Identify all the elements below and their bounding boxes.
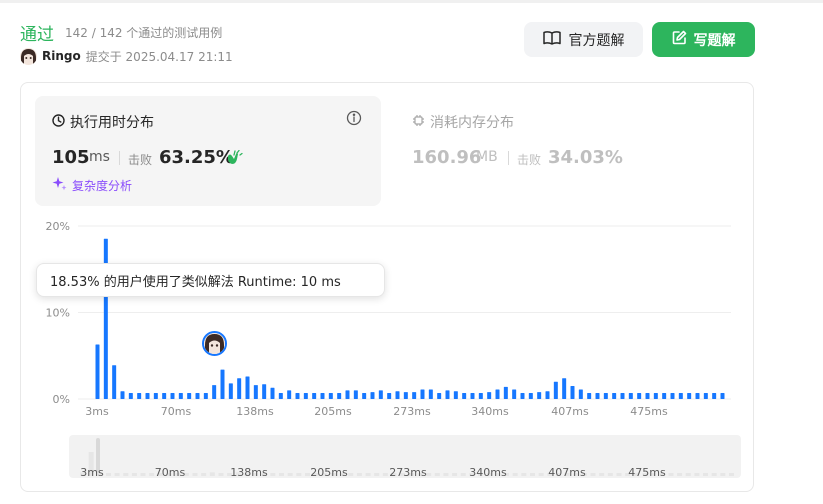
histogram-bar	[570, 386, 575, 399]
histogram-bar	[495, 389, 500, 399]
x-tick-label: 407ms	[551, 405, 589, 418]
histogram-bar	[528, 392, 533, 399]
histogram-bar	[312, 392, 317, 399]
histogram-bar	[562, 378, 567, 399]
histogram-bar	[537, 392, 542, 399]
histogram-bar	[520, 392, 525, 399]
histogram-bar	[212, 385, 217, 399]
histogram-bar	[437, 392, 442, 399]
histogram-bar	[353, 390, 358, 399]
histogram-bar	[478, 392, 483, 399]
histogram-bar	[320, 392, 325, 399]
histogram-bar	[120, 391, 125, 399]
range-slider-handle[interactable]	[96, 438, 100, 476]
histogram-bar	[203, 392, 208, 399]
x-tick-label: 3ms	[85, 405, 109, 418]
histogram-bar	[420, 389, 425, 399]
histogram-bar	[395, 391, 400, 399]
histogram-bar	[503, 386, 508, 399]
histogram-bar	[612, 392, 617, 399]
histogram-bar	[695, 392, 700, 399]
x-tick-label: 475ms	[630, 405, 668, 418]
histogram-bar	[362, 392, 367, 399]
histogram-bar	[137, 392, 142, 399]
chart-tooltip: 18.53% 的用户使用了类似解法 Runtime: 10 ms	[36, 263, 385, 297]
histogram-bar	[445, 390, 450, 399]
histogram-bar	[578, 389, 583, 399]
x-tick-label: 340ms	[471, 405, 509, 418]
histogram-bar	[178, 392, 183, 399]
histogram-bar	[645, 392, 650, 399]
histogram-bar	[712, 392, 717, 399]
x-tick-label: 70ms	[161, 405, 192, 418]
histogram-bar	[195, 392, 200, 399]
histogram-bar	[453, 391, 458, 399]
histogram-bar	[270, 387, 275, 399]
histogram-bar	[295, 392, 300, 399]
histogram-bar	[95, 344, 100, 399]
histogram-bar	[670, 392, 675, 399]
histogram-bar	[637, 392, 642, 399]
histogram-bar	[112, 365, 117, 399]
histogram-bar	[412, 392, 417, 399]
histogram-bar	[328, 392, 333, 399]
y-tick-label: 20%	[46, 220, 70, 233]
histogram-bar	[345, 390, 350, 399]
histogram-bar	[237, 378, 242, 399]
histogram-bar	[403, 392, 408, 399]
histogram-bar	[370, 392, 375, 399]
x-tick-label: 273ms	[393, 405, 431, 418]
y-tick-label: 0%	[53, 393, 70, 406]
range-slider[interactable]	[69, 435, 741, 478]
histogram-bar	[303, 392, 308, 399]
histogram-bar	[603, 392, 608, 399]
histogram-bar	[287, 390, 292, 399]
histogram-bar	[653, 392, 658, 399]
histogram-bar	[153, 392, 158, 399]
histogram-bar	[387, 392, 392, 399]
histogram-bar	[145, 392, 150, 399]
x-tick-label: 138ms	[236, 405, 274, 418]
histogram-bar	[378, 390, 383, 399]
histogram-bar	[553, 381, 558, 399]
histogram-bar	[337, 392, 342, 399]
histogram-bar	[628, 392, 633, 399]
histogram-bar	[720, 392, 725, 399]
x-tick-label: 205ms	[314, 405, 352, 418]
histogram-bar	[162, 392, 167, 399]
histogram-bar	[220, 369, 225, 399]
histogram-bar	[462, 392, 467, 399]
tooltip-text: 18.53% 的用户使用了类似解法 Runtime: 10 ms	[50, 274, 341, 290]
histogram-bar	[678, 392, 683, 399]
histogram-bar	[487, 392, 492, 399]
histogram-bar	[470, 392, 475, 399]
histogram-bar	[245, 376, 250, 399]
histogram-bar	[278, 392, 283, 399]
histogram-bar	[587, 392, 592, 399]
y-tick-label: 10%	[46, 307, 70, 320]
histogram-bar	[662, 392, 667, 399]
histogram-bar	[512, 389, 517, 399]
histogram-bar	[262, 384, 267, 399]
runtime-distribution-chart[interactable]: 20% 10% 0% 3ms 70ms 138ms 205ms 273ms 340ms 407m…	[0, 0, 823, 504]
histogram-bar	[128, 392, 133, 399]
my-position-avatar[interactable]	[202, 331, 227, 356]
histogram-bar	[428, 389, 433, 399]
histogram-bar	[187, 392, 192, 399]
histogram-bar	[703, 392, 708, 399]
histogram-bar	[228, 383, 233, 399]
histogram-bar	[170, 392, 175, 399]
histogram-bar	[595, 392, 600, 399]
histogram-bar	[687, 392, 692, 399]
histogram-bar	[253, 385, 258, 399]
histogram-bar	[545, 391, 550, 399]
histogram-bar	[620, 392, 625, 399]
